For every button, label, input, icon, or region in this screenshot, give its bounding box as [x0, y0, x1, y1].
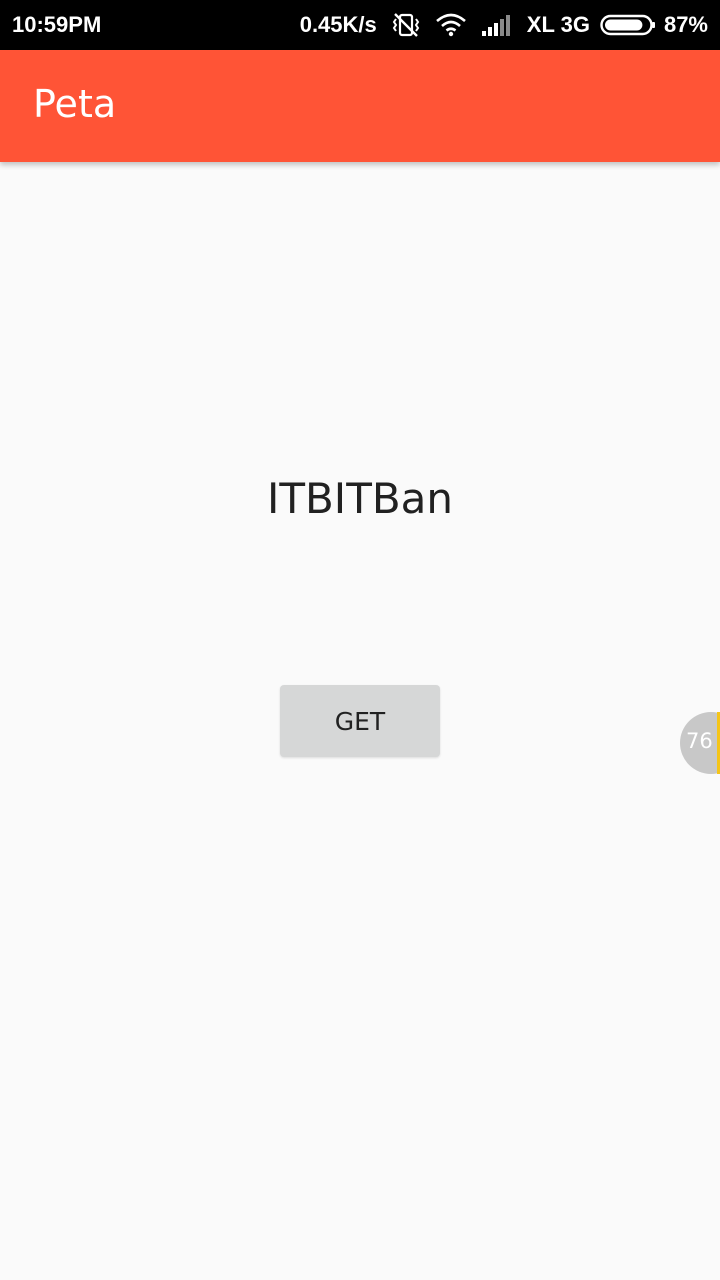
status-time: 10:59PM: [12, 12, 102, 37]
cell-signal-icon: [481, 13, 513, 37]
network-speed: 0.45K/s: [299, 12, 377, 37]
battery-percent: 87%: [663, 12, 708, 37]
get-button[interactable]: GET: [280, 685, 440, 757]
get-button-label: GET: [334, 706, 386, 736]
floating-bubble-value: 76: [686, 729, 713, 753]
status-indicators: 0.45K/s XL 3G 87%: [300, 12, 708, 38]
status-bar: 10:59PM 0.45K/s XL 3G 87%: [0, 0, 720, 50]
vibrate-off-icon: [391, 12, 421, 38]
wifi-icon: [435, 13, 467, 37]
app-title: Peta: [33, 82, 117, 126]
result-text: ITBITBan: [266, 474, 454, 523]
app-bar: Peta: [0, 50, 720, 162]
carrier-label: XL 3G: [526, 12, 590, 37]
floating-bubble[interactable]: 76: [680, 712, 720, 774]
battery-icon: [600, 14, 656, 36]
